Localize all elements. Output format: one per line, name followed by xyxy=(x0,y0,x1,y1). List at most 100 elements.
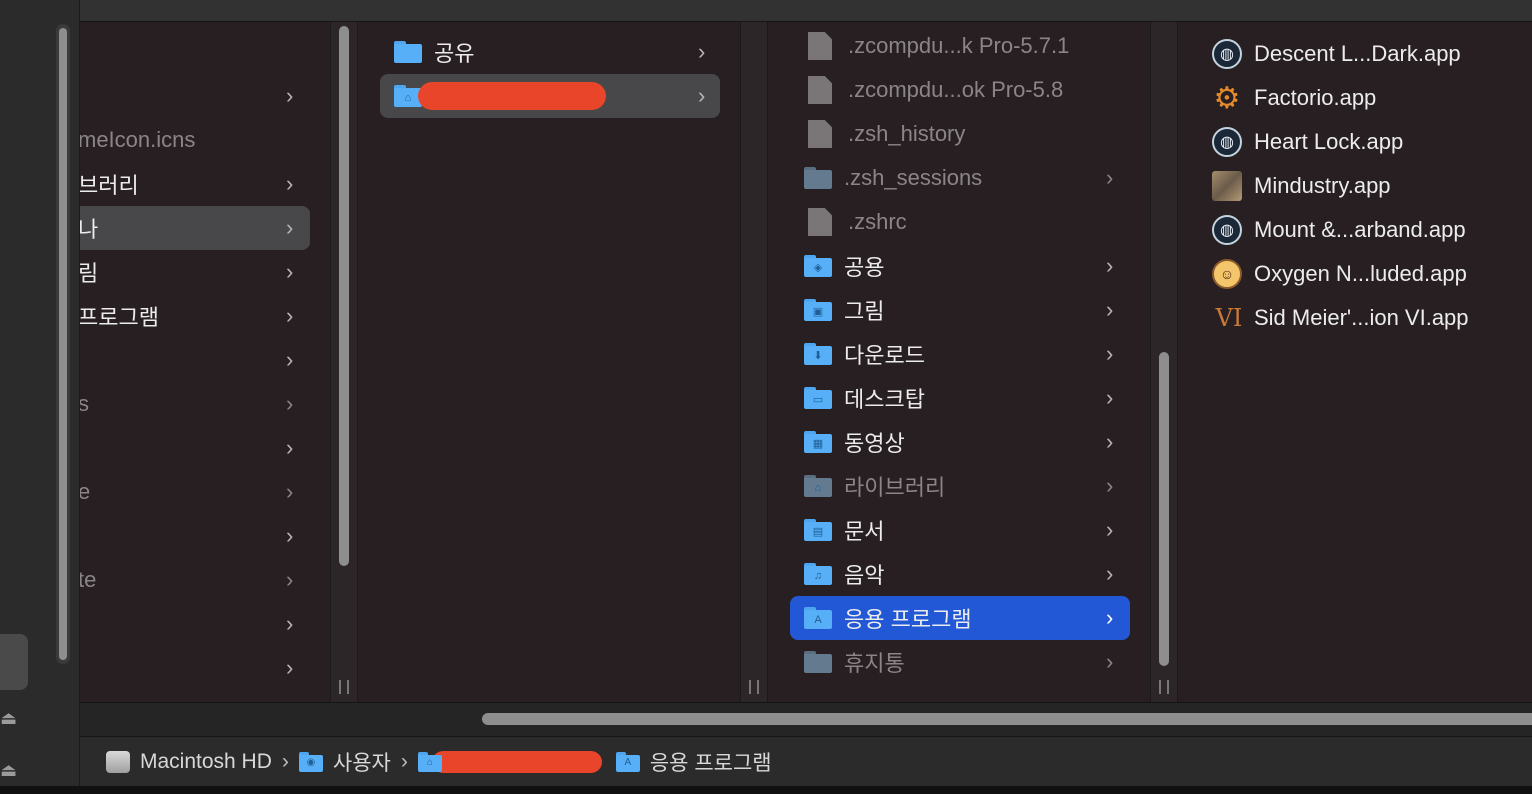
item-label: 다운로드 xyxy=(844,343,925,368)
list-item[interactable]: › xyxy=(80,338,310,382)
breadcrumb-label: Macintosh HD xyxy=(140,749,272,773)
eject-icon[interactable]: ⏏ xyxy=(0,708,17,729)
folder-item[interactable]: ▭ 데스크탑 › xyxy=(790,376,1130,420)
home-folder-item[interactable]: ⌂ › xyxy=(380,74,720,118)
shared-folder-item[interactable]: 공유 › xyxy=(380,30,720,74)
item-label: s xyxy=(80,391,89,416)
app-item[interactable]: ◍ Mount &...arband.app xyxy=(1212,208,1528,252)
app-item[interactable]: ◍ Descent L...Dark.app xyxy=(1212,32,1528,76)
item-label: Mount &...arband.app xyxy=(1254,217,1466,242)
list-item[interactable]: s › xyxy=(80,382,310,426)
breadcrumb-item[interactable]: Macintosh HD › xyxy=(106,750,299,774)
column-resize-handle[interactable] xyxy=(1159,680,1169,694)
column-header-bar xyxy=(80,0,1532,22)
folder-item[interactable]: ◈ 공용 › xyxy=(790,244,1130,288)
item-label: 공용 xyxy=(844,255,885,280)
list-item[interactable]: › xyxy=(80,602,310,646)
breadcrumb-item[interactable]: ⌂ xyxy=(417,750,616,773)
list-item[interactable]: 나 › xyxy=(80,206,310,250)
breadcrumb-item[interactable]: ◉ 사용자 › xyxy=(298,747,418,777)
folder-item[interactable]: ▤ 문서 › xyxy=(790,508,1130,552)
chevron-right-icon: › xyxy=(286,567,294,592)
list-item[interactable]: 림 › xyxy=(80,250,310,294)
folder-item[interactable]: A 응용 프로그램 › xyxy=(790,596,1130,640)
item-label: 프로그램 xyxy=(80,305,159,330)
folder-emblem-icon: ◈ xyxy=(813,262,823,274)
horizontal-scrollbar[interactable] xyxy=(80,702,1532,736)
chevron-right-icon: › xyxy=(286,435,294,460)
column-resize-handle[interactable] xyxy=(749,680,759,694)
redaction-mark xyxy=(418,82,606,110)
app-item[interactable]: VI Sid Meier'...ion VI.app xyxy=(1212,296,1528,340)
file-item[interactable]: .zsh_history xyxy=(790,112,1130,156)
folder-item[interactable]: .zsh_sessions › xyxy=(790,156,1130,200)
item-label: Factorio.app xyxy=(1254,85,1377,110)
list-item[interactable]: e › xyxy=(80,470,310,514)
folder-item[interactable]: ♫ 음악 › xyxy=(790,552,1130,596)
column-3-divider[interactable] xyxy=(1150,22,1178,702)
folder-icon: A xyxy=(804,607,832,629)
file-item[interactable]: .zcompdu...ok Pro-5.8 xyxy=(790,68,1130,112)
sidebar-scrollbar[interactable] xyxy=(56,24,70,664)
column-3-scrollbar-thumb[interactable] xyxy=(1159,352,1169,666)
finder-sidebar: ⏏ ⏏ xyxy=(0,0,80,794)
document-icon xyxy=(808,120,832,148)
folder-item[interactable]: ⬇ 다운로드 › xyxy=(790,332,1130,376)
list-item[interactable]: › xyxy=(80,426,310,470)
app-item[interactable]: ⚙ Factorio.app xyxy=(1212,76,1528,120)
folder-icon: ⬇ xyxy=(804,343,832,365)
column-2-divider[interactable] xyxy=(740,22,768,702)
item-label: Heart Lock.app xyxy=(1254,129,1404,154)
folder-item[interactable]: ⌂ 라이브러리 › xyxy=(790,464,1130,508)
list-item[interactable]: › xyxy=(80,514,310,558)
mindustry-icon xyxy=(1212,171,1242,201)
home-folder-icon: ⌂ xyxy=(417,751,442,772)
sidebar-scrollbar-thumb[interactable] xyxy=(59,28,67,660)
folder-icon xyxy=(394,41,422,63)
list-item[interactable]: 프로그램 › xyxy=(80,294,310,338)
sidebar-selected-item[interactable] xyxy=(0,634,28,690)
eject-icon[interactable]: ⏏ xyxy=(0,760,17,781)
chevron-right-icon: › xyxy=(286,611,294,636)
file-item[interactable]: .zcompdu...k Pro-5.7.1 xyxy=(790,24,1130,68)
column-resize-handle[interactable] xyxy=(339,680,349,694)
breadcrumb-item[interactable]: A 응용 프로그램 xyxy=(615,747,772,777)
list-item[interactable]: 브러리 › xyxy=(80,162,310,206)
folder-emblem-icon: ▣ xyxy=(812,306,824,318)
item-label: .zsh_history xyxy=(848,121,966,146)
list-item[interactable]: › xyxy=(80,74,310,118)
item-label: 그림 xyxy=(844,299,885,324)
file-item[interactable]: .zshrc xyxy=(790,200,1130,244)
app-item[interactable]: ☺ Oxygen N...luded.app xyxy=(1212,252,1528,296)
item-label: .zcompdu...k Pro-5.7.1 xyxy=(848,33,1070,58)
column-1-divider[interactable] xyxy=(330,22,358,702)
folder-item[interactable]: 휴지통 › xyxy=(790,640,1130,684)
item-label: 데스크탑 xyxy=(844,387,925,412)
oxygen-not-included-icon: ☺ xyxy=(1212,259,1242,289)
folder-emblem-icon: ⌂ xyxy=(814,482,822,494)
steam-icon: ◍ xyxy=(1212,39,1242,69)
list-item[interactable]: › xyxy=(80,646,310,690)
chevron-right-icon: › xyxy=(286,303,294,328)
app-item[interactable]: ◍ Heart Lock.app xyxy=(1212,120,1528,164)
folder-item[interactable]: ▦ 동영상 › xyxy=(790,420,1130,464)
list-item[interactable]: te › xyxy=(80,558,310,602)
breadcrumb-label: 응용 프로그램 xyxy=(649,751,772,775)
item-label: .zcompdu...ok Pro-5.8 xyxy=(848,77,1064,102)
folder-item[interactable]: ▣ 그림 › xyxy=(790,288,1130,332)
horizontal-scrollbar-thumb[interactable] xyxy=(482,713,1532,725)
item-label: 라이브러리 xyxy=(844,475,946,500)
folder-emblem-icon: ▦ xyxy=(812,438,824,450)
chevron-right-icon: › xyxy=(1106,341,1114,366)
chevron-right-icon: › xyxy=(1106,429,1114,454)
chevron-right-icon: › xyxy=(1106,385,1114,410)
chevron-right-icon: › xyxy=(1106,253,1114,278)
steam-icon: ◍ xyxy=(1212,127,1242,157)
column-1-scrollbar-thumb[interactable] xyxy=(339,26,349,566)
folder-icon: ▭ xyxy=(804,387,832,409)
list-item[interactable]: meIcon.icns xyxy=(80,118,310,162)
chevron-right-icon: › xyxy=(1106,165,1114,190)
app-item[interactable]: Mindustry.app xyxy=(1212,164,1528,208)
item-label: Descent L...Dark.app xyxy=(1254,41,1461,66)
breadcrumb-separator-icon: › xyxy=(281,749,289,773)
